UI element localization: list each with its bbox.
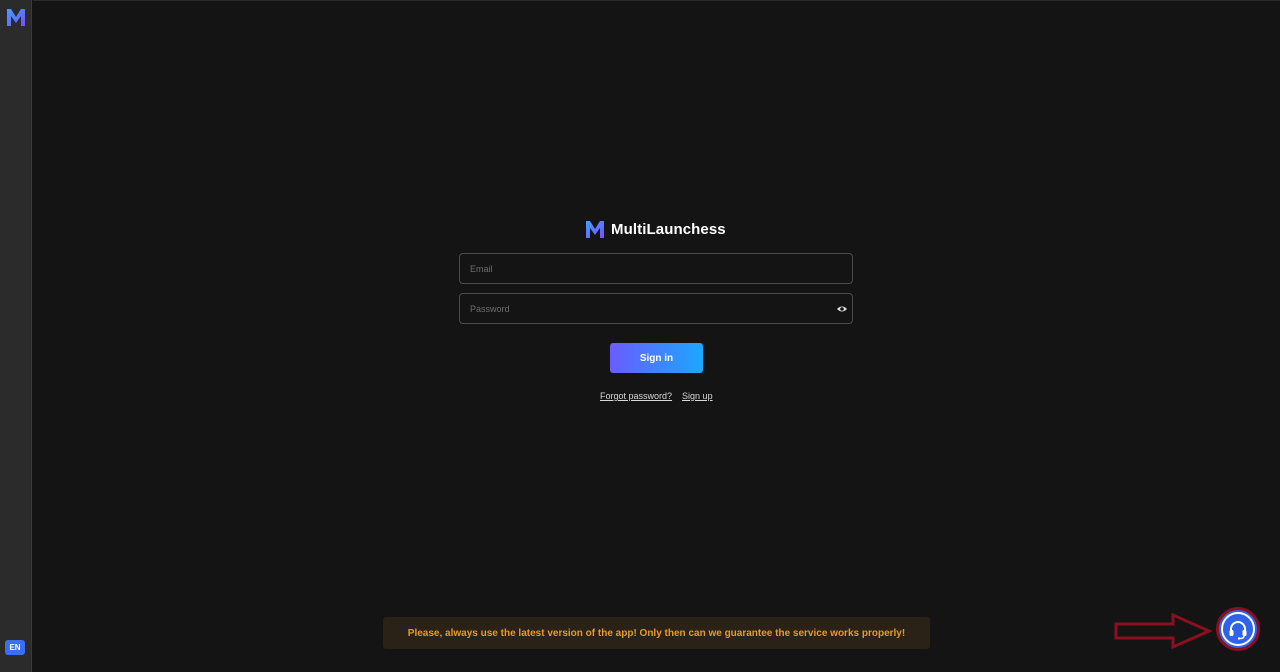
brand-header: MultiLaunchess — [584, 218, 726, 240]
email-input[interactable] — [460, 254, 852, 283]
password-input[interactable] — [460, 294, 852, 323]
auth-links: Forgot password? Sign up — [600, 391, 713, 401]
support-button-ring — [1221, 612, 1255, 646]
main-content — [33, 0, 1280, 672]
arrow-right-icon — [1114, 612, 1213, 650]
sign-up-link[interactable]: Sign up — [682, 391, 713, 401]
forgot-password-link[interactable]: Forgot password? — [600, 391, 672, 401]
app-logo-icon[interactable] — [5, 6, 27, 28]
email-field-container — [459, 253, 853, 284]
m-logo-icon — [586, 221, 604, 238]
language-selector[interactable]: EN — [5, 640, 25, 655]
sidebar: EN — [0, 0, 32, 672]
sign-in-button[interactable]: Sign in — [610, 343, 703, 373]
support-button[interactable] — [1216, 607, 1260, 651]
eye-icon[interactable] — [836, 304, 848, 314]
notice-text: Please, always use the latest version of… — [407, 627, 906, 639]
app-title: MultiLaunchess — [611, 220, 726, 238]
headset-icon — [1229, 621, 1247, 640]
update-notice: Please, always use the latest version of… — [383, 617, 930, 649]
password-field-container — [459, 293, 853, 324]
